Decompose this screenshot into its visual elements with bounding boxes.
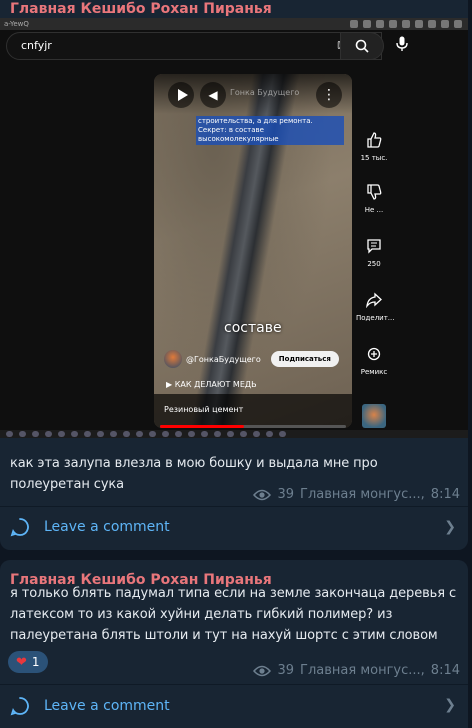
divider (0, 684, 468, 685)
more-options-icon: ⋮ (316, 82, 342, 108)
dislike-action: Не ... (356, 184, 392, 214)
message-bubble[interactable]: Главная Кешибо Рохан Пиранья a-YewQ cnfy… (0, 0, 468, 550)
message-meta: 39 Главная монгус..., 8:14 (253, 663, 460, 678)
channel-name: @ГонкаБудущего (186, 354, 261, 364)
view-count: 39 (277, 487, 295, 502)
video-title: Резиновый цемент (164, 405, 244, 414)
message-meta: 39 Главная монгус..., 8:14 (253, 487, 460, 502)
comment-bubble-icon (10, 518, 29, 537)
share-label: Поделит... (356, 314, 395, 322)
leave-comment-label: Leave a comment (44, 519, 170, 535)
channel-row: @ГонкаБудущего Подписаться (164, 350, 339, 368)
related-video-link: ▶ КАК ДЕЛАЮТ МЕДЬ (166, 380, 257, 389)
like-count: 15 тыс. (360, 154, 388, 162)
video-watermark: Гонка Будущего (230, 88, 300, 97)
message-bubble[interactable]: Главная Кешибо Рохан Пиранья я только бл… (0, 560, 468, 728)
leave-comment-button[interactable]: Leave a comment (10, 517, 170, 537)
comments-count: 250 (367, 260, 381, 268)
video-title-bar: Резиновый цемент (154, 394, 352, 428)
view-count: 39 (277, 663, 295, 678)
microphone-icon (396, 36, 408, 51)
views-icon (253, 665, 272, 676)
video-overlay-text: строительства, а для ремонта. Секрет: в … (196, 116, 344, 145)
shorts-video-player: ◀ Гонка Будущего ⋮ строительства, а для … (154, 74, 352, 428)
video-subtitle: составе (224, 320, 282, 336)
views-icon (253, 489, 272, 500)
play-icon (168, 82, 194, 108)
channel-thumbnail (362, 404, 386, 428)
comment-icon (367, 239, 381, 254)
signature: Главная монгус... (300, 663, 421, 678)
remix-label: Ремикс (360, 368, 388, 376)
heart-icon: ❤ (16, 654, 27, 670)
search-query: cnfyjr (21, 39, 52, 52)
reaction-count: 1 (31, 655, 40, 669)
channel-avatar (164, 350, 182, 368)
leave-comment-label: Leave a comment (44, 698, 170, 714)
leave-comment-button[interactable]: Leave a comment (10, 696, 170, 716)
share-icon (366, 292, 382, 308)
remix-icon (367, 347, 381, 361)
comment-bubble-icon (10, 697, 29, 716)
timestamp: 8:14 (430, 487, 460, 502)
chevron-right-icon[interactable]: ❯ (444, 519, 456, 535)
dislike-label: Не ... (364, 206, 384, 214)
search-icon (355, 39, 369, 53)
youtube-search-box: cnfyjr ⌨ ✕ (6, 32, 382, 60)
thumbs-up-icon (367, 132, 382, 148)
share-action: Поделит... (356, 292, 395, 322)
browser-toolbar-icons (350, 20, 462, 28)
progress-fill (160, 425, 244, 428)
like-action: 15 тыс. (356, 132, 392, 162)
divider (0, 506, 468, 507)
attached-screenshot[interactable]: a-YewQ cnfyjr ⌨ ✕ ◀ Гонка Будущего ⋮ стр… (0, 18, 468, 438)
signature: Главная монгус... (300, 487, 421, 502)
search-button (340, 32, 384, 60)
chevron-right-icon[interactable]: ❯ (444, 697, 456, 713)
message-text: я только блять падумал типа если на земл… (10, 586, 457, 643)
author-name[interactable]: Главная Кешибо Рохан Пиранья (10, 1, 272, 17)
comments-action: 250 (356, 238, 392, 268)
subscribe-button: Подписаться (270, 351, 339, 367)
browser-tab-bar: a-YewQ (0, 18, 468, 30)
remix-action: Ремикс (356, 346, 392, 376)
tab-text: a-YewQ (4, 20, 29, 28)
thumbs-down-icon (367, 184, 382, 200)
timestamp: 8:14 (430, 663, 460, 678)
reaction-chip[interactable]: ❤ 1 (8, 651, 48, 673)
volume-icon: ◀ (200, 82, 226, 108)
taskbar-icons (0, 430, 468, 438)
